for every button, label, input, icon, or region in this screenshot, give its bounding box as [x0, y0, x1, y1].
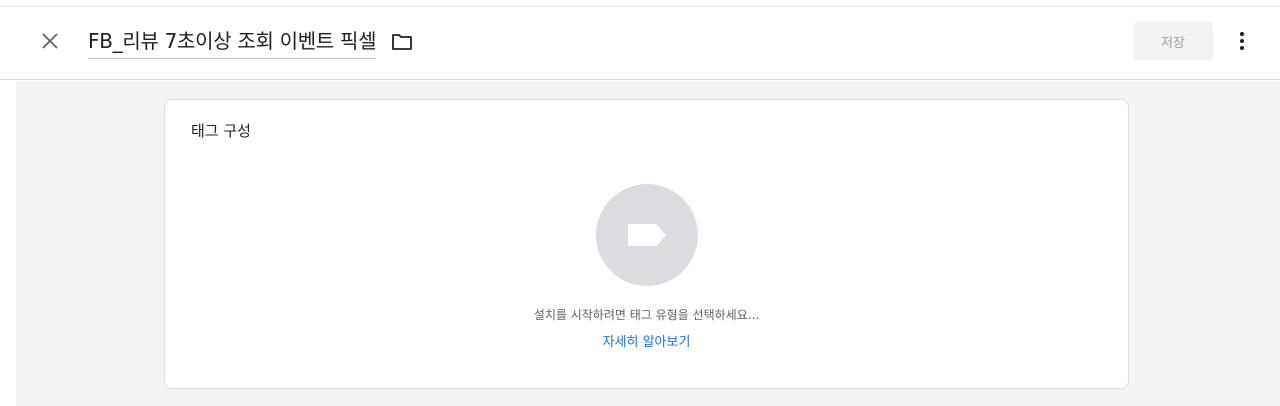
choose-tag-type-button[interactable] [596, 184, 698, 286]
tag-icon [628, 224, 666, 246]
more-vert-icon [1240, 32, 1244, 50]
card-title: 태그 구성 [191, 122, 251, 140]
tag-name-field[interactable]: FB_리뷰 7초이상 조회 이벤트 픽셀 [88, 25, 376, 59]
tag-type-hint: 설치를 시작하려면 태그 유형을 선택하세요... [533, 308, 760, 322]
top-bar: FB_리뷰 7초이상 조회 이벤트 픽셀 저장 [0, 6, 1280, 80]
learn-more-link[interactable]: 자세히 알아보기 [603, 335, 691, 350]
title-area: FB_리뷰 7초이상 조회 이벤트 픽셀 [88, 24, 414, 60]
close-button[interactable] [36, 27, 64, 55]
save-button[interactable]: 저장 [1133, 22, 1213, 60]
learn-more-link-row: 자세히 알아보기 [165, 331, 1128, 350]
close-icon [42, 33, 58, 49]
more-options-button[interactable] [1228, 27, 1256, 55]
tag-configuration-card[interactable]: 태그 구성 설치를 시작하려면 태그 유형을 선택하세요... 자세히 알아보기 [164, 99, 1129, 389]
folder-icon [392, 34, 413, 50]
folder-button[interactable] [390, 30, 414, 54]
